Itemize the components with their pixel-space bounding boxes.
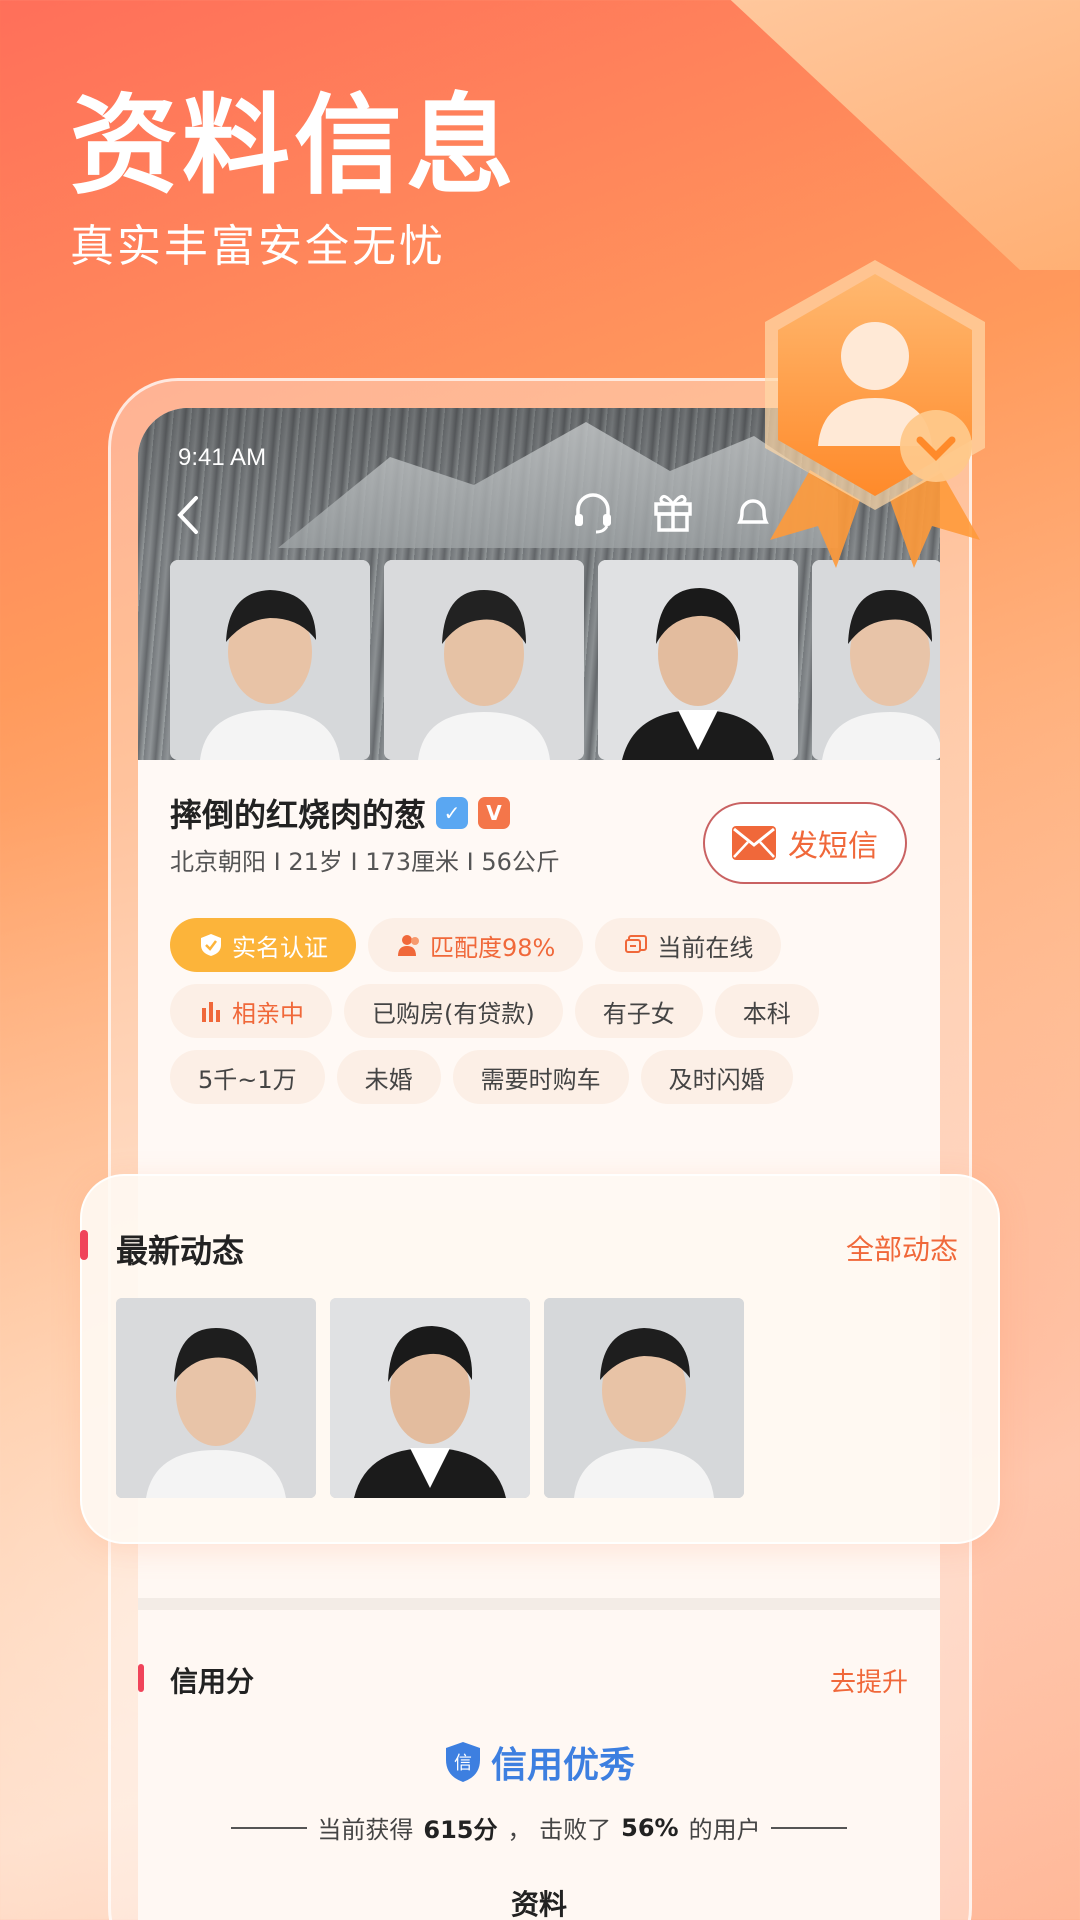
credit-score: 615分 (423, 1816, 498, 1844)
tag-match: 匹配度98% (368, 918, 584, 972)
latest-dynamics-card: 最新动态 全部动态 (80, 1174, 1000, 1544)
section-divider (138, 1598, 940, 1610)
tag-car: 需要时购车 (452, 1050, 629, 1104)
credit-percent: 56% (621, 1813, 679, 1842)
tag-housing: 已购房(有贷款) (344, 984, 563, 1038)
user-medal-icon (765, 260, 985, 568)
photo-strip (170, 560, 940, 760)
tag-marital: 未婚 (336, 1050, 441, 1104)
section-marker (80, 1230, 88, 1260)
send-message-label: 发短信 (788, 829, 878, 864)
profile-info: 摔倒的红烧肉的葱 ✓ V 北京朝阳 I 21岁 I 173厘米 I 56公斤 发… (138, 760, 940, 1210)
profile-meta: 北京朝阳 I 21岁 I 173厘米 I 56公斤 (170, 848, 560, 876)
dynamics-photos (116, 1298, 744, 1498)
profile-name: 摔倒的红烧肉的葱 (170, 796, 427, 834)
phone-screen: 9:41 AM 摔倒的红烧肉的葱 ✓ V 北京朝阳 I 21岁 I 173厘米 … (138, 408, 940, 1920)
users-icon (398, 935, 419, 956)
improve-credit-link[interactable]: 去提升 (830, 1662, 908, 1699)
credit-title: 信用分 (170, 1665, 255, 1698)
status-time: 9:41 AM (178, 444, 267, 471)
hero-title: 资料信息 (70, 84, 519, 209)
profile-section-title: 资料 (510, 1888, 567, 1920)
svg-text:信: 信 (454, 1753, 472, 1774)
tag-marriage-plan: 及时闪婚 (640, 1050, 793, 1104)
vip-icon: V (478, 797, 511, 829)
chat-icon (625, 935, 648, 953)
credit-status: 信用优秀 (490, 1745, 635, 1786)
back-icon[interactable] (168, 490, 208, 540)
send-message-button[interactable]: 发短信 (703, 802, 907, 884)
gift-icon[interactable] (648, 486, 698, 536)
hero-subtitle: 真实丰富安全无忧 (70, 221, 446, 272)
rule-left (231, 1826, 308, 1829)
envelope-icon (732, 826, 776, 860)
profile-photo[interactable] (384, 560, 584, 760)
tag-dating: 相亲中 (170, 984, 332, 1038)
credit-badge: 信 信用优秀 (138, 1736, 940, 1788)
section-marker (138, 1664, 144, 1692)
tag-list: 实名认证 匹配度98% 当前在线 相亲中 已购房(有贷款) 有子女 本科 5千~… (170, 918, 930, 1104)
dynamic-photo[interactable] (330, 1298, 530, 1498)
dynamic-photo[interactable] (116, 1298, 316, 1498)
dynamics-title: 最新动态 (116, 1232, 245, 1270)
profile-photo[interactable] (598, 560, 798, 760)
credit-summary: 当前获得 615分 ， 击败了 56% 的用户 (138, 1810, 940, 1845)
tag-education: 本科 (714, 984, 819, 1038)
tag-verified: 实名认证 (170, 918, 356, 972)
bars-icon (202, 1002, 220, 1022)
verified-icon: ✓ (436, 797, 469, 829)
profile-photo[interactable] (170, 560, 370, 760)
tag-income: 5千~1万 (170, 1050, 325, 1104)
credit-shield-icon: 信 (445, 1742, 480, 1782)
shield-check-icon (201, 934, 221, 956)
rule-right (770, 1826, 847, 1829)
all-dynamics-link[interactable]: 全部动态 (846, 1228, 958, 1268)
tag-online: 当前在线 (595, 918, 782, 972)
name-row: 摔倒的红烧肉的葱 ✓ V (170, 790, 511, 836)
profile-photo[interactable] (812, 560, 940, 760)
tag-children: 有子女 (574, 984, 703, 1038)
dynamic-photo[interactable] (544, 1298, 744, 1498)
headset-icon[interactable] (568, 486, 618, 536)
